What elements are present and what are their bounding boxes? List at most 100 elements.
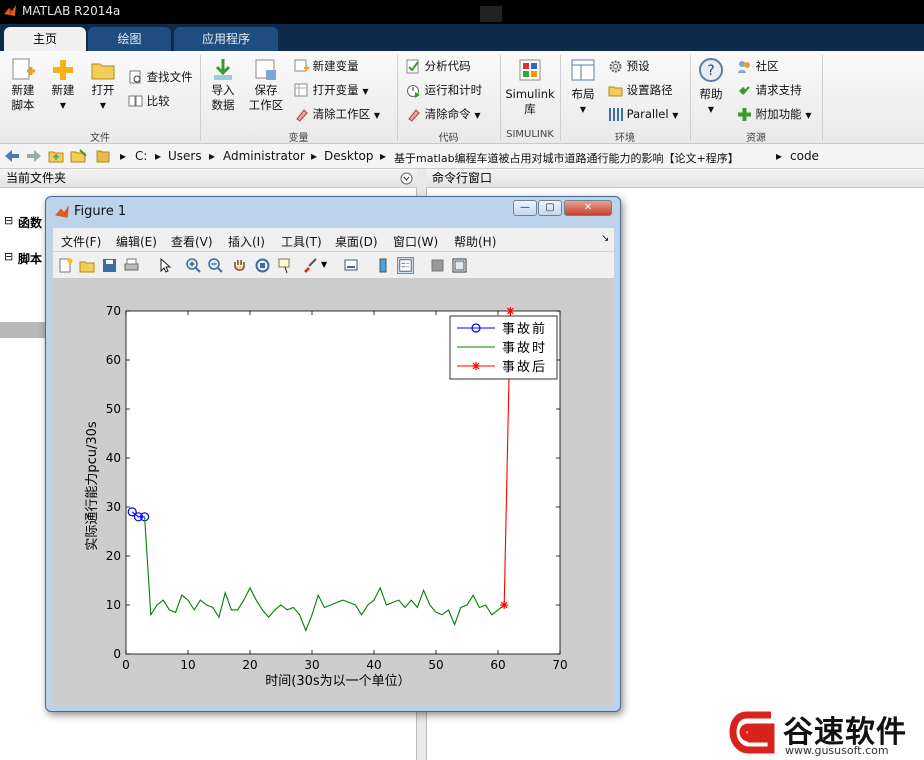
menu-view[interactable]: 查看(V) (171, 233, 213, 250)
parallel-button[interactable]: Parallel ▼ (608, 107, 678, 123)
zoom-out-icon[interactable] (207, 257, 224, 274)
legend-label-2: 事故后 (502, 360, 547, 375)
clear-workspace-dropdown-icon: ▼ (373, 111, 380, 120)
colorbar-icon[interactable] (375, 257, 392, 274)
section-label-resources: 资源 (746, 133, 766, 144)
zoom-in-icon[interactable] (185, 257, 202, 274)
pointer-icon[interactable] (157, 257, 174, 274)
open-variable-button[interactable]: 打开变量 ▼ (294, 83, 368, 99)
tab-apps[interactable]: 应用程序 (174, 27, 278, 51)
tab-home[interactable]: 主页 (4, 27, 86, 51)
section-label-variable: 变量 (288, 133, 309, 144)
hide-tools-icon[interactable] (429, 257, 446, 274)
open-variable-icon (294, 83, 308, 97)
find-files-button[interactable]: 查找文件 (128, 70, 193, 85)
menu-window[interactable]: 窗口(W) (393, 233, 438, 250)
rotate-3d-icon[interactable] (254, 257, 271, 274)
analyze-code-button[interactable]: 分析代码 (406, 59, 471, 74)
menu-desktop[interactable]: 桌面(D) (335, 233, 378, 250)
import-label-2: 数据 (211, 98, 235, 112)
brush-dropdown-icon[interactable]: ▼ (321, 260, 327, 269)
menu-edit[interactable]: 编辑(E) (116, 233, 157, 250)
compare-button[interactable]: 比较 (128, 94, 170, 109)
run-time-label: 运行和计时 (424, 83, 483, 97)
breadcrumb-separator: ▸ (776, 149, 783, 163)
clear-workspace-icon (296, 109, 308, 122)
root-folder-icon[interactable] (96, 148, 110, 164)
line-plot[interactable]: 0 10 20 30 40 50 60 70 0 10 20 30 40 50 60 70 时间(30s为以一… (53, 279, 614, 705)
menu-insert[interactable]: 插入(I) (228, 233, 265, 250)
clear-workspace-button[interactable]: 清除工作区 ▼ (294, 107, 380, 123)
new-script-button[interactable]: 新建 脚本 (6, 57, 40, 113)
help-button[interactable]: ? 帮助 ▼ (694, 57, 728, 117)
breadcrumb-item[interactable]: code (790, 149, 819, 163)
menu-tools[interactable]: 工具(T) (281, 233, 322, 250)
window-control[interactable] (480, 6, 502, 22)
x-tick-label: 20 (242, 658, 257, 672)
link-plot-icon[interactable] (343, 257, 360, 274)
compare-icon (128, 95, 143, 107)
community-button[interactable]: 社区 (737, 59, 779, 74)
dock-arrow-icon[interactable]: ↘ (601, 233, 609, 244)
open-file-icon[interactable] (79, 257, 96, 274)
legend[interactable]: 事故前事故时事故后 (449, 315, 558, 380)
menu-file[interactable]: 文件(F) (61, 233, 101, 250)
data-cursor-icon[interactable] (277, 257, 294, 274)
window-title: MATLAB R2014a (22, 4, 121, 18)
breadcrumb-item[interactable]: C: (135, 149, 147, 163)
save-icon[interactable] (101, 257, 118, 274)
tree-toggle[interactable]: ⊟ (4, 250, 13, 263)
set-path-button[interactable]: 设置路径 (608, 83, 673, 98)
up-folder-icon[interactable] (48, 148, 64, 164)
breadcrumb-separator: ▸ (380, 149, 387, 163)
maximize-button[interactable]: ▢ (538, 200, 562, 216)
request-support-label: 请求支持 (755, 83, 802, 97)
run-time-button[interactable]: 运行和计时 (406, 83, 482, 98)
tree-toggle[interactable]: ⊟ (4, 214, 13, 227)
pan-hand-icon[interactable] (231, 257, 248, 274)
save-workspace-button[interactable]: 保存 工作区 (246, 57, 286, 113)
app-titlebar: MATLAB R2014a (0, 0, 924, 24)
breadcrumb-item[interactable]: Users (168, 149, 202, 163)
layout-button[interactable]: 布局 ▼ (566, 57, 600, 117)
breadcrumb-item[interactable]: Desktop (324, 149, 374, 163)
print-icon[interactable] (123, 257, 140, 274)
set-path-icon (608, 86, 623, 97)
tab-plots[interactable]: 绘图 (88, 27, 171, 51)
import-data-button[interactable]: 导入 数据 (206, 57, 240, 113)
clear-commands-button[interactable]: 清除命令 ▼ (406, 107, 480, 123)
folder-group-scripts[interactable]: 脚本 (18, 250, 42, 267)
addons-button[interactable]: 附加功能 ▼ (737, 107, 811, 123)
browse-folder-icon[interactable] (70, 148, 88, 164)
new-button[interactable]: 新建 ▼ (46, 57, 80, 113)
save-workspace-label-2: 工作区 (248, 98, 284, 112)
selected-file-row[interactable] (0, 322, 46, 338)
breadcrumb-item[interactable]: Administrator (223, 149, 305, 163)
minimize-button[interactable]: — (513, 200, 537, 216)
forward-arrow-icon[interactable] (26, 149, 42, 163)
section-label-code: 代码 (438, 133, 459, 144)
breadcrumb-separator: ▸ (311, 149, 318, 163)
legend-icon[interactable] (397, 257, 414, 274)
simulink-library-button[interactable]: Simulink 库 (504, 57, 556, 117)
panel-actions-icon[interactable] (400, 172, 413, 185)
request-support-button[interactable]: 请求支持 (737, 83, 802, 98)
addons-label: 附加功能 (755, 107, 802, 121)
brush-icon[interactable] (301, 257, 318, 274)
new-label: 新建 (51, 83, 75, 97)
preferences-button[interactable]: 预设 (608, 59, 650, 74)
plus-icon (53, 60, 73, 80)
open-label: 打开 (91, 83, 115, 97)
back-arrow-icon[interactable] (4, 149, 20, 163)
folder-group-functions[interactable]: 函数 (18, 214, 42, 231)
close-button[interactable]: ✕ (564, 200, 612, 216)
show-tools-icon[interactable] (451, 257, 468, 274)
breadcrumb-item[interactable]: 基于matlab编程车道被占用对城市道路通行能力的影响【论文+程序】 (394, 150, 739, 166)
new-figure-icon[interactable] (57, 257, 74, 274)
watermark: 谷速软件 www.gususoft.com (727, 703, 924, 760)
open-button[interactable]: 打开 ▼ (86, 57, 120, 113)
menu-help[interactable]: 帮助(H) (454, 233, 496, 250)
y-tick-label: 60 (106, 353, 121, 367)
x-tick-label: 10 (180, 658, 195, 672)
new-variable-button[interactable]: 新建变量 (294, 59, 359, 74)
